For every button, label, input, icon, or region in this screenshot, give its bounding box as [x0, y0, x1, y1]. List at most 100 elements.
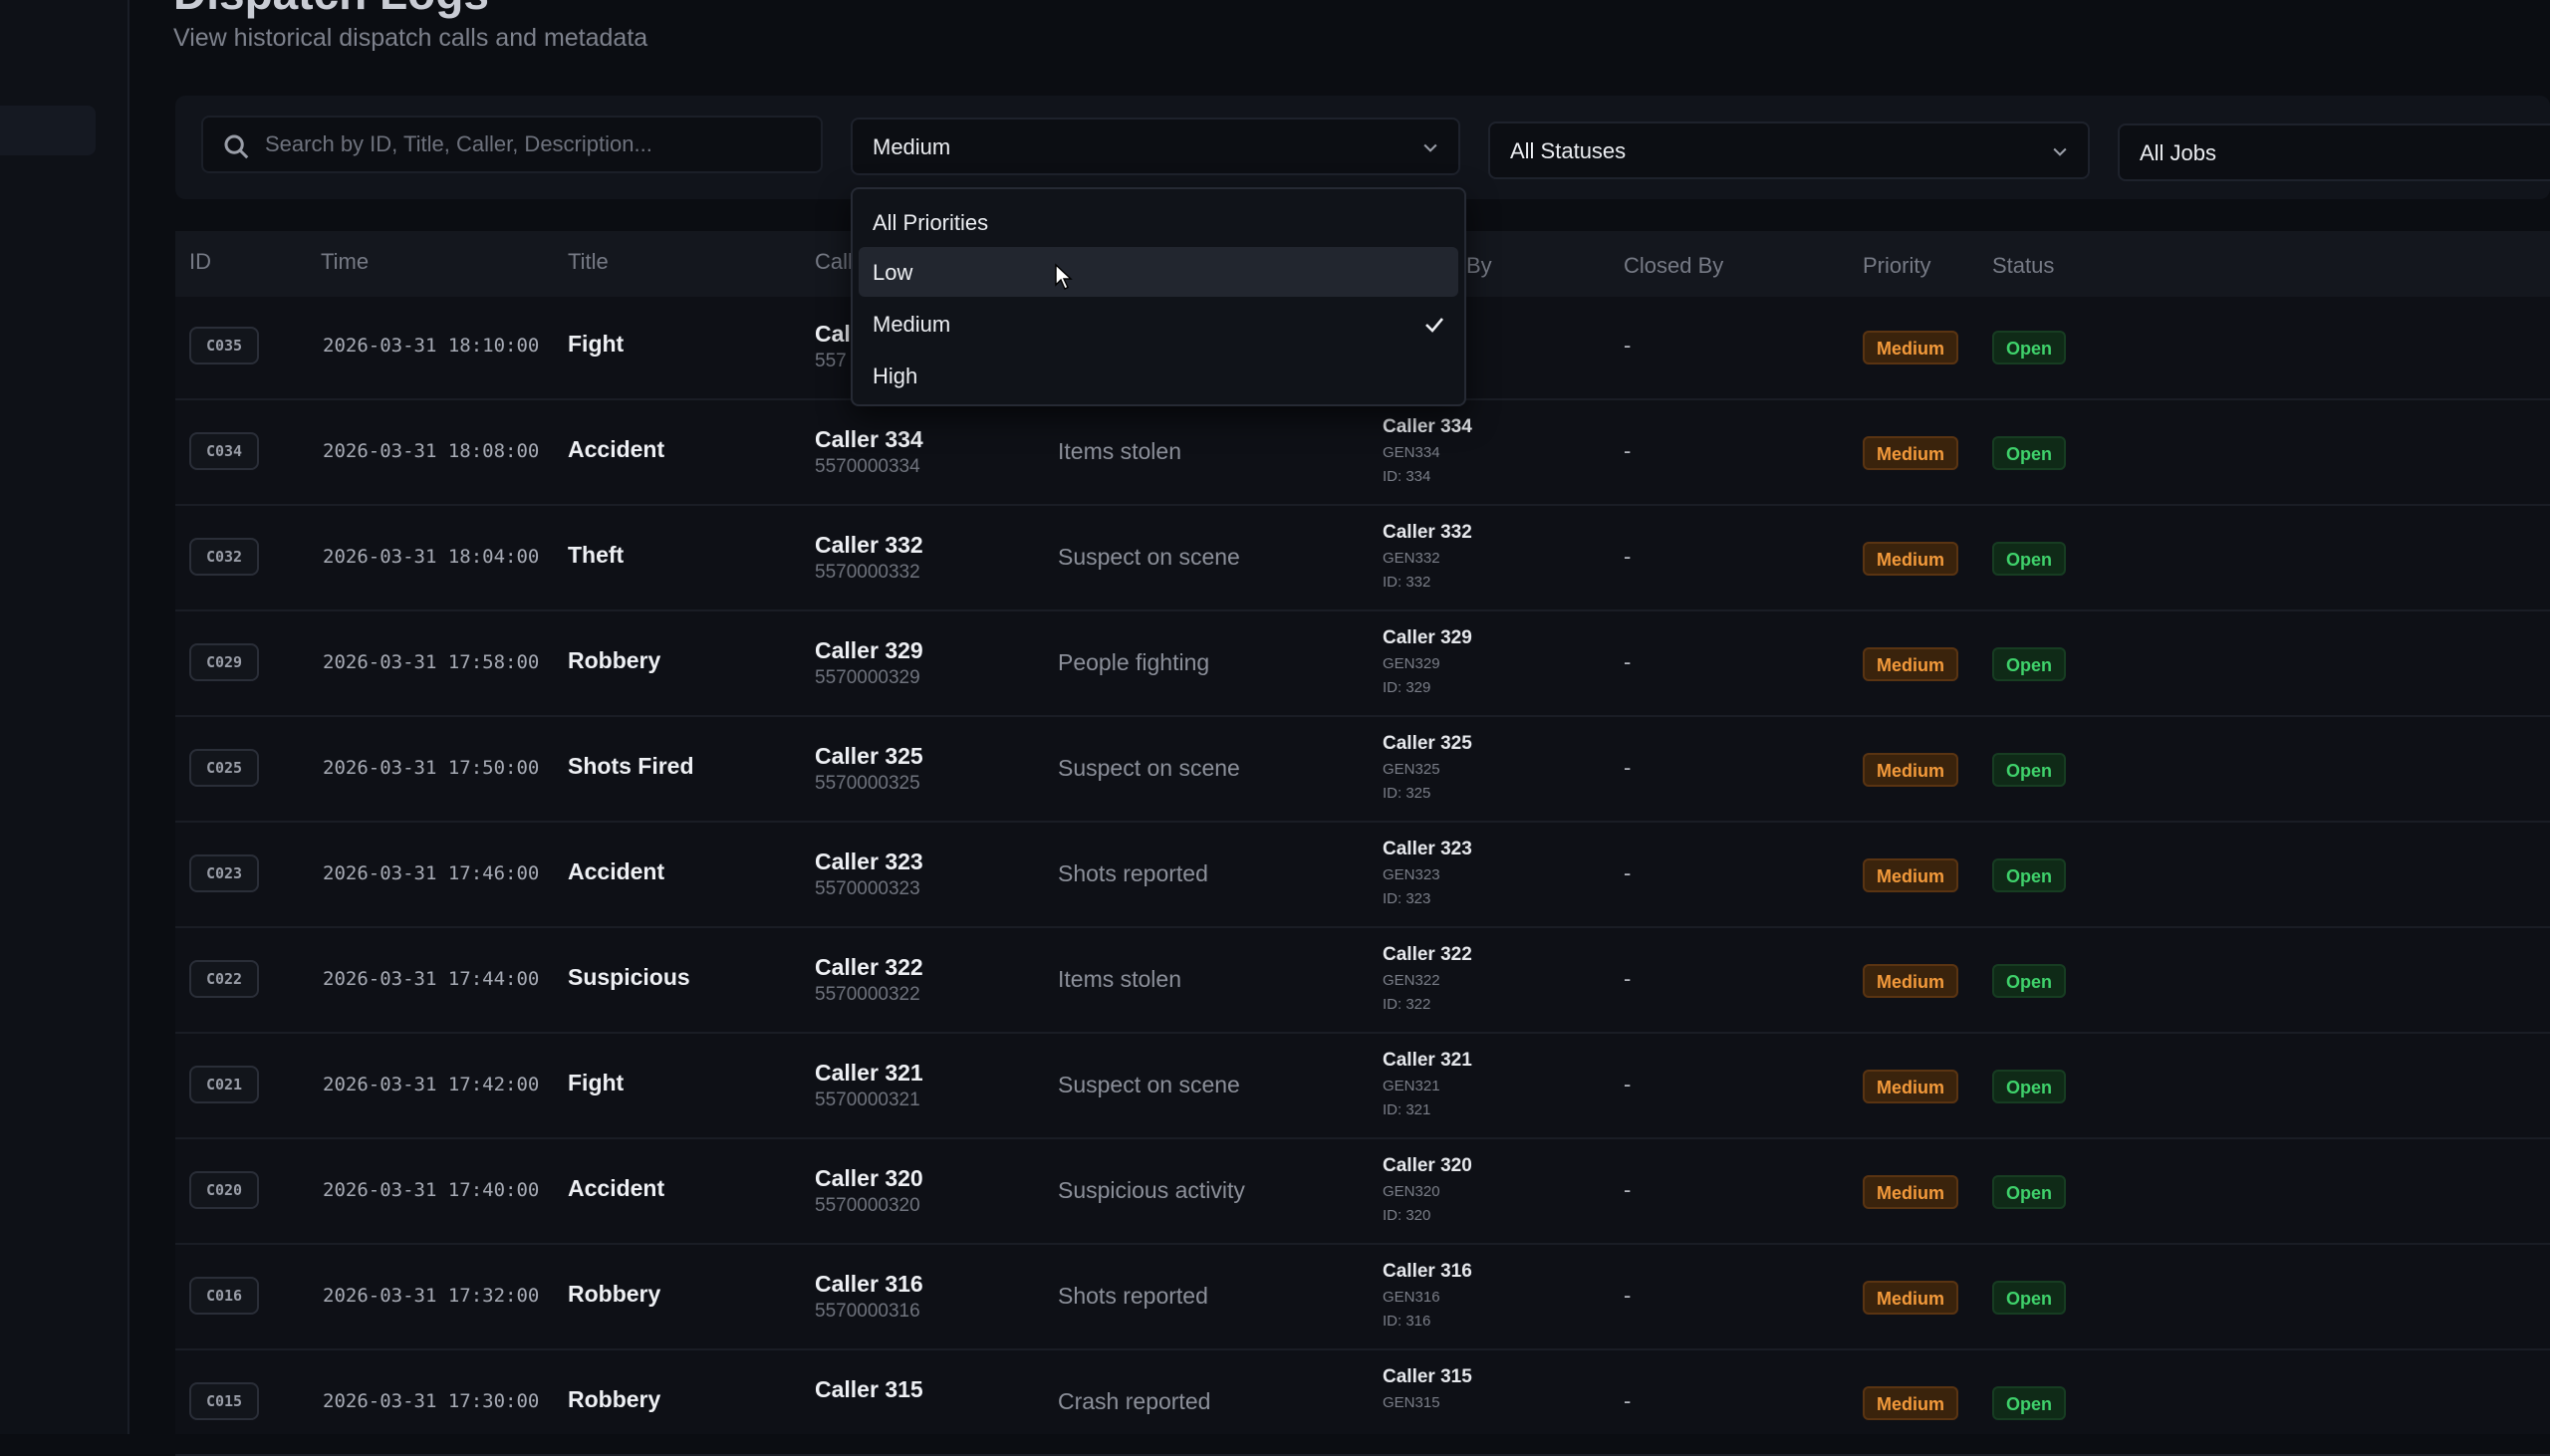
column-header-status[interactable]: Status: [1992, 253, 2054, 279]
row-description: Items stolen: [1058, 966, 1181, 992]
table-row[interactable]: C023 2026-03-31 17:46:00 Accident Caller 32…: [175, 825, 2550, 928]
mouse-pointer-icon: [1055, 263, 1073, 290]
row-id-chip[interactable]: C015: [189, 1382, 259, 1420]
row-closed-by: -: [1624, 333, 1632, 358]
priority-badge: Medium: [1863, 964, 1959, 998]
column-header-title[interactable]: Title: [568, 249, 609, 275]
row-closed-by: -: [1624, 1283, 1632, 1308]
row-created-by-gen: GEN320: [1383, 1183, 1440, 1200]
priority-badge: Medium: [1863, 1175, 1959, 1209]
column-header-created-by[interactable]: By: [1466, 253, 1492, 279]
row-caller-name: Caller 316: [815, 1271, 923, 1297]
column-header-closed-by[interactable]: Closed By: [1624, 253, 1723, 279]
row-closed-by: -: [1624, 1388, 1632, 1413]
row-caller-name: Caller 315: [815, 1376, 923, 1402]
row-created-by-gen: GEN316: [1383, 1289, 1440, 1306]
row-caller-phone: 5570000323: [815, 878, 920, 899]
row-description: Shots reported: [1058, 860, 1208, 886]
row-id-chip[interactable]: C029: [189, 643, 259, 681]
row-description: People fighting: [1058, 649, 1210, 675]
row-id-chip[interactable]: C035: [189, 327, 259, 364]
status-badge: Open: [1992, 964, 2067, 998]
row-description: Shots reported: [1058, 1283, 1208, 1309]
row-id-chip[interactable]: C023: [189, 854, 259, 892]
column-header-time[interactable]: Time: [321, 249, 369, 275]
row-time: 2026-03-31 18:08:00: [323, 440, 540, 462]
search-icon: [224, 134, 249, 159]
row-time: 2026-03-31 17:32:00: [323, 1285, 540, 1307]
row-id-chip[interactable]: C020: [189, 1171, 259, 1209]
priority-badge: Medium: [1863, 1281, 1959, 1315]
priority-badge: Medium: [1863, 1070, 1959, 1103]
row-caller-phone: 5570000329: [815, 667, 920, 688]
status-filter-select[interactable]: All Statuses: [1488, 121, 2090, 179]
table-row[interactable]: C034 2026-03-31 18:08:00 Accident Caller 33…: [175, 402, 2550, 506]
row-created-by-gen: GEN334: [1383, 444, 1440, 461]
priority-badge: Medium: [1863, 1386, 1959, 1420]
check-icon: [1425, 318, 1443, 333]
row-title: Theft: [568, 542, 625, 568]
row-created-by-gen: GEN323: [1383, 866, 1440, 883]
status-badge: Open: [1992, 331, 2067, 364]
row-closed-by: -: [1624, 966, 1632, 991]
row-caller-name: Caller 323: [815, 849, 923, 874]
row-description: Suspicious activity: [1058, 1177, 1245, 1203]
row-caller-name: Caller 325: [815, 743, 923, 769]
row-created-by-gen: GEN322: [1383, 972, 1440, 989]
row-caller-name: Caller 322: [815, 954, 923, 980]
status-badge: Open: [1992, 753, 2067, 787]
row-closed-by: -: [1624, 1072, 1632, 1096]
option-label: Low: [873, 260, 913, 285]
row-created-by-id: ID: 329: [1383, 679, 1431, 696]
priority-option-high[interactable]: High: [859, 351, 1458, 400]
priority-option-medium[interactable]: Medium: [859, 299, 1458, 349]
option-label: High: [873, 364, 918, 388]
row-title: Robbery: [568, 1281, 661, 1307]
row-title: Accident: [568, 858, 665, 884]
priority-filter-select[interactable]: Medium: [851, 118, 1460, 175]
column-header-priority[interactable]: Priority: [1863, 253, 1930, 279]
priority-option-all[interactable]: All Priorities: [859, 197, 1458, 247]
column-header-caller[interactable]: Call: [815, 249, 853, 275]
table-row[interactable]: C025 2026-03-31 17:50:00 Shots Fired Caller…: [175, 719, 2550, 823]
table-row[interactable]: C016 2026-03-31 17:32:00 Robbery Caller 316…: [175, 1247, 2550, 1350]
status-badge: Open: [1992, 1281, 2067, 1315]
table-row[interactable]: C020 2026-03-31 17:40:00 Accident Caller 32…: [175, 1141, 2550, 1245]
row-id-chip[interactable]: C021: [189, 1066, 259, 1103]
status-badge: Open: [1992, 858, 2067, 892]
row-time: 2026-03-31 17:46:00: [323, 862, 540, 884]
priority-option-low[interactable]: Low: [859, 247, 1458, 297]
priority-badge: Medium: [1863, 331, 1959, 364]
row-description: Crash reported: [1058, 1388, 1211, 1414]
status-badge: Open: [1992, 647, 2067, 681]
table-row[interactable]: C029 2026-03-31 17:58:00 Robbery Caller 329…: [175, 613, 2550, 717]
row-created-by-id: ID: 320: [1383, 1207, 1431, 1224]
row-created-by-name: Caller 321: [1383, 1050, 1472, 1071]
row-caller-phone: 5570000321: [815, 1090, 920, 1110]
status-badge: Open: [1992, 436, 2067, 470]
row-title: Accident: [568, 436, 665, 462]
row-id-chip[interactable]: C034: [189, 432, 259, 470]
table-row[interactable]: C015 2026-03-31 17:30:00 Robbery Caller 315…: [175, 1352, 2550, 1456]
row-id-chip[interactable]: C016: [189, 1277, 259, 1315]
row-id-chip[interactable]: C032: [189, 538, 259, 576]
row-id-chip[interactable]: C022: [189, 960, 259, 998]
sidebar-active-item[interactable]: [0, 106, 96, 155]
row-time: 2026-03-31 17:44:00: [323, 968, 540, 990]
row-id-chip[interactable]: C025: [189, 749, 259, 787]
row-closed-by: -: [1624, 649, 1632, 674]
row-created-by-id: ID: 323: [1383, 890, 1431, 907]
table-row[interactable]: C021 2026-03-31 17:42:00 Fight Caller 321 55…: [175, 1036, 2550, 1139]
row-created-by-gen: GEN325: [1383, 761, 1440, 778]
row-caller-phone: 557: [815, 351, 847, 371]
jobs-filter-select[interactable]: All Jobs: [2118, 123, 2550, 181]
column-header-id[interactable]: ID: [189, 249, 211, 275]
row-closed-by: -: [1624, 860, 1632, 885]
table-row[interactable]: C032 2026-03-31 18:04:00 Theft Caller 332 55…: [175, 508, 2550, 611]
row-title: Robbery: [568, 647, 661, 673]
table-row[interactable]: C022 2026-03-31 17:44:00 Suspicious Caller …: [175, 930, 2550, 1034]
row-time: 2026-03-31 17:42:00: [323, 1074, 540, 1095]
row-created-by-name: Caller 332: [1383, 522, 1472, 543]
option-label: Medium: [873, 312, 951, 337]
search-input[interactable]: Search by ID, Title, Caller, Description…: [201, 116, 823, 173]
